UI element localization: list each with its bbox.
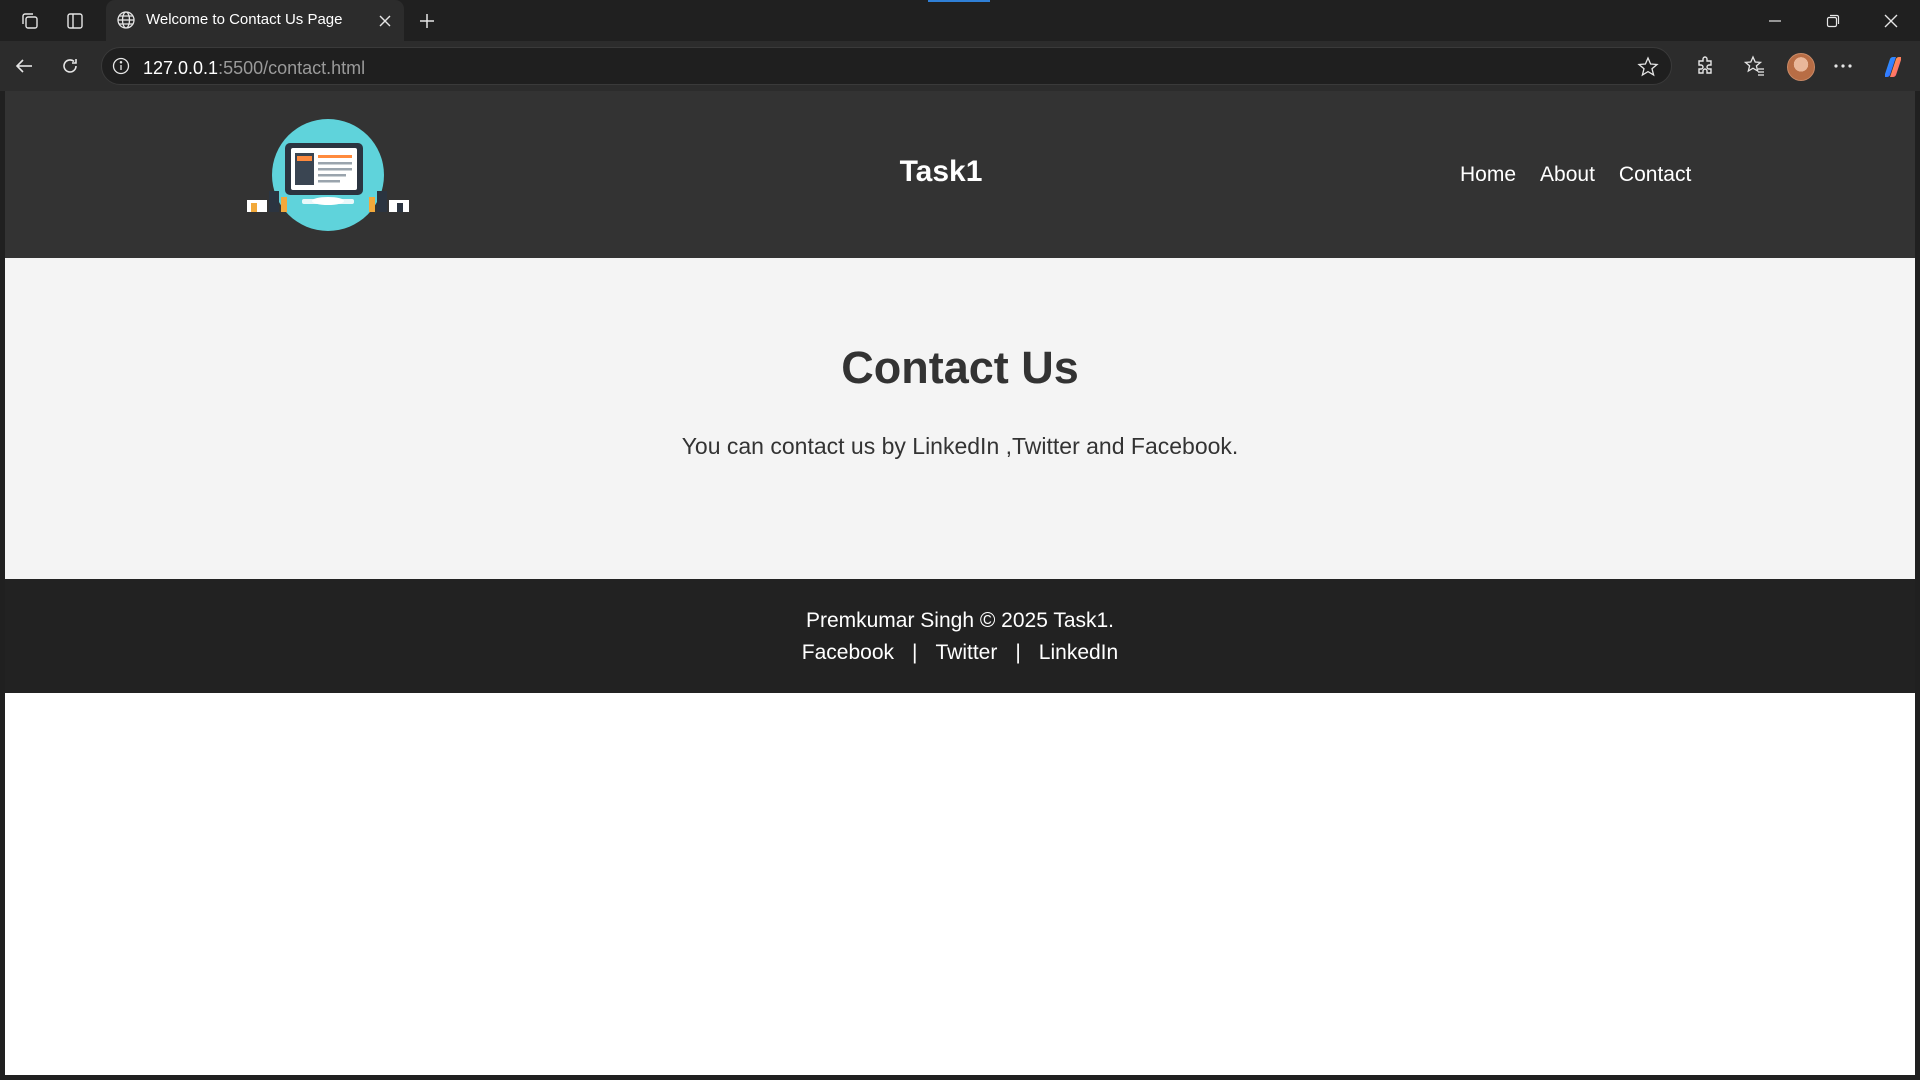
site-header: Task1 Home About Contact xyxy=(5,91,1915,258)
contact-text: You can contact us by LinkedIn ,Twitter … xyxy=(681,433,1239,459)
browser-toolbar: 127.0.0.1:5500/contact.html xyxy=(0,41,1920,91)
copilot-icon[interactable] xyxy=(1880,54,1906,80)
globe-icon xyxy=(116,10,136,35)
nav-about[interactable]: About xyxy=(1540,163,1595,187)
url-text[interactable]: 127.0.0.1:5500/contact.html xyxy=(143,58,365,79)
restore-icon[interactable] xyxy=(1820,10,1846,32)
window-close-icon[interactable] xyxy=(1878,10,1904,32)
star-icon[interactable] xyxy=(1637,56,1659,83)
nav-contact[interactable]: Contact xyxy=(1619,163,1691,187)
linkedin-link[interactable]: LinkedIn xyxy=(1039,641,1118,664)
refresh-icon[interactable] xyxy=(57,53,83,79)
active-tab[interactable]: Welcome to Contact Us Page xyxy=(106,0,404,41)
favorites-icon[interactable] xyxy=(1742,53,1768,79)
back-icon[interactable] xyxy=(11,53,37,79)
workspaces-icon[interactable] xyxy=(17,8,43,34)
info-icon[interactable] xyxy=(112,57,130,80)
twitter-link[interactable]: Twitter xyxy=(935,641,997,664)
link-separator: | xyxy=(912,641,918,664)
facebook-link[interactable]: Facebook xyxy=(802,641,894,664)
main-content: Contact Us You can contact us by LinkedI… xyxy=(5,258,1915,579)
tab-bar: Welcome to Contact Us Page xyxy=(0,0,1920,41)
page-viewport: Task1 Home About Contact Contact Us You … xyxy=(5,91,1915,1075)
new-tab-icon[interactable] xyxy=(414,8,440,34)
copyright-text: Premkumar Singh © 2025 Task1. xyxy=(805,609,1115,632)
tab-drag-indicator xyxy=(928,0,990,2)
close-icon[interactable] xyxy=(375,11,395,31)
minimize-icon[interactable] xyxy=(1762,10,1788,32)
site-title: Task1 xyxy=(899,155,983,188)
avatar[interactable] xyxy=(1787,53,1815,81)
social-links: Facebook | Twitter | LinkedIn xyxy=(5,641,1915,665)
main-nav: Home About Contact xyxy=(1460,163,1715,187)
tab-title: Welcome to Contact Us Page xyxy=(146,11,343,28)
window-bottom-edge xyxy=(0,1075,1920,1080)
page-heading: Contact Us xyxy=(841,342,1079,393)
site-footer: Premkumar Singh © 2025 Task1. Facebook | T… xyxy=(5,579,1915,693)
more-icon[interactable] xyxy=(1830,53,1856,79)
link-separator: | xyxy=(1015,641,1021,664)
address-bar[interactable]: 127.0.0.1:5500/contact.html xyxy=(101,47,1672,85)
vertical-tabs-icon[interactable] xyxy=(62,8,88,34)
site-logo[interactable] xyxy=(247,117,409,233)
nav-home[interactable]: Home xyxy=(1460,163,1516,187)
extensions-icon[interactable] xyxy=(1692,53,1718,79)
